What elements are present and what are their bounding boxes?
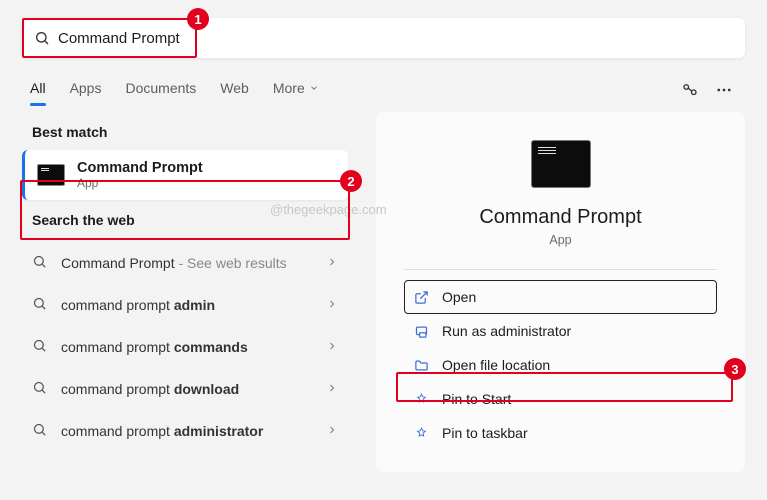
web-search-label: Command Prompt - See web results <box>61 255 312 271</box>
share-icon[interactable] <box>681 81 699 99</box>
best-match-subtitle: App <box>77 176 203 190</box>
chevron-right-icon <box>326 255 338 271</box>
web-search-item[interactable]: command prompt commands <box>22 326 348 368</box>
command-prompt-icon <box>531 140 591 188</box>
tab-more[interactable]: More <box>273 74 319 106</box>
tab-web[interactable]: Web <box>220 74 249 106</box>
search-icon <box>32 296 47 314</box>
web-search-label: command prompt download <box>61 381 312 397</box>
detail-subtitle: App <box>404 233 717 247</box>
folder-icon <box>412 358 430 373</box>
web-search-item[interactable]: command prompt admin <box>22 284 348 326</box>
search-icon <box>32 254 47 272</box>
chevron-down-icon <box>309 83 319 93</box>
web-search-item[interactable]: Command Prompt - See web results <box>22 242 348 284</box>
web-search-item[interactable]: command prompt download <box>22 368 348 410</box>
action-pin-to-start[interactable]: Pin to Start <box>404 382 717 416</box>
more-icon[interactable] <box>715 81 733 99</box>
action-run-as-administrator[interactable]: Run as administrator <box>404 314 717 348</box>
command-prompt-icon <box>37 164 65 186</box>
best-match-heading: Best match <box>22 112 348 150</box>
web-search-item[interactable]: command prompt administrator <box>22 410 348 452</box>
best-match-result[interactable]: Command Prompt App <box>22 150 348 200</box>
best-match-title: Command Prompt <box>77 160 203 176</box>
search-web-heading: Search the web <box>22 200 348 238</box>
pin-icon <box>412 392 430 407</box>
detail-title: Command Prompt <box>404 206 717 229</box>
chevron-right-icon <box>326 297 338 313</box>
web-search-label: command prompt admin <box>61 297 312 313</box>
tab-all[interactable]: All <box>30 74 46 106</box>
tabs: All Apps Documents Web More <box>30 74 681 106</box>
search-icon <box>32 380 47 398</box>
search-icon <box>34 30 50 46</box>
tab-documents[interactable]: Documents <box>125 74 196 106</box>
pin-icon <box>412 426 430 441</box>
chevron-right-icon <box>326 339 338 355</box>
chevron-right-icon <box>326 381 338 397</box>
chevron-right-icon <box>326 423 338 439</box>
search-input[interactable]: Command Prompt <box>22 18 745 58</box>
shield-icon <box>412 324 430 339</box>
web-search-label: command prompt administrator <box>61 423 312 439</box>
web-search-label: command prompt commands <box>61 339 312 355</box>
detail-panel: Command Prompt App Open Run as administr… <box>376 112 745 472</box>
open-icon <box>412 290 430 305</box>
tab-apps[interactable]: Apps <box>70 74 102 106</box>
search-text: Command Prompt <box>58 30 180 47</box>
search-icon <box>32 338 47 356</box>
action-pin-to-taskbar[interactable]: Pin to taskbar <box>404 416 717 450</box>
action-open[interactable]: Open <box>404 280 717 314</box>
search-icon <box>32 422 47 440</box>
action-open-file-location[interactable]: Open file location <box>404 348 717 382</box>
